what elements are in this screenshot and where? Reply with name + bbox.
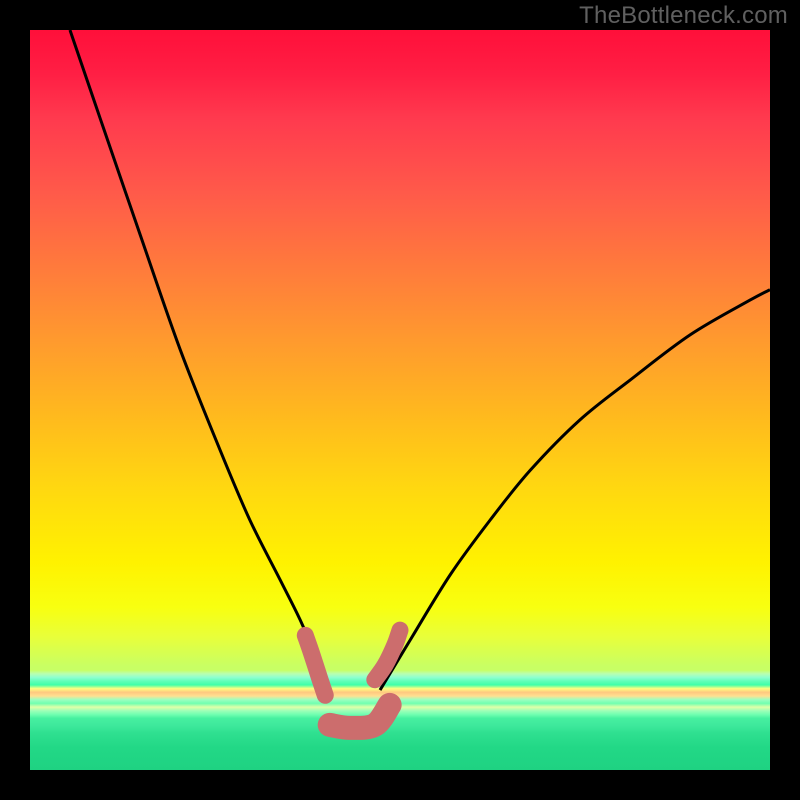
series-right-curve bbox=[380, 290, 770, 690]
series-group bbox=[70, 30, 770, 728]
series-pink-segment-bottom bbox=[330, 705, 390, 728]
watermark-text: TheBottleneck.com bbox=[579, 2, 788, 30]
series-left-curve bbox=[70, 30, 326, 690]
series-pink-segment-right bbox=[375, 630, 400, 680]
plot-area bbox=[30, 30, 770, 770]
chart-frame: TheBottleneck.com bbox=[0, 0, 800, 800]
curves-layer bbox=[30, 30, 770, 770]
series-pink-segment-left bbox=[305, 635, 325, 695]
